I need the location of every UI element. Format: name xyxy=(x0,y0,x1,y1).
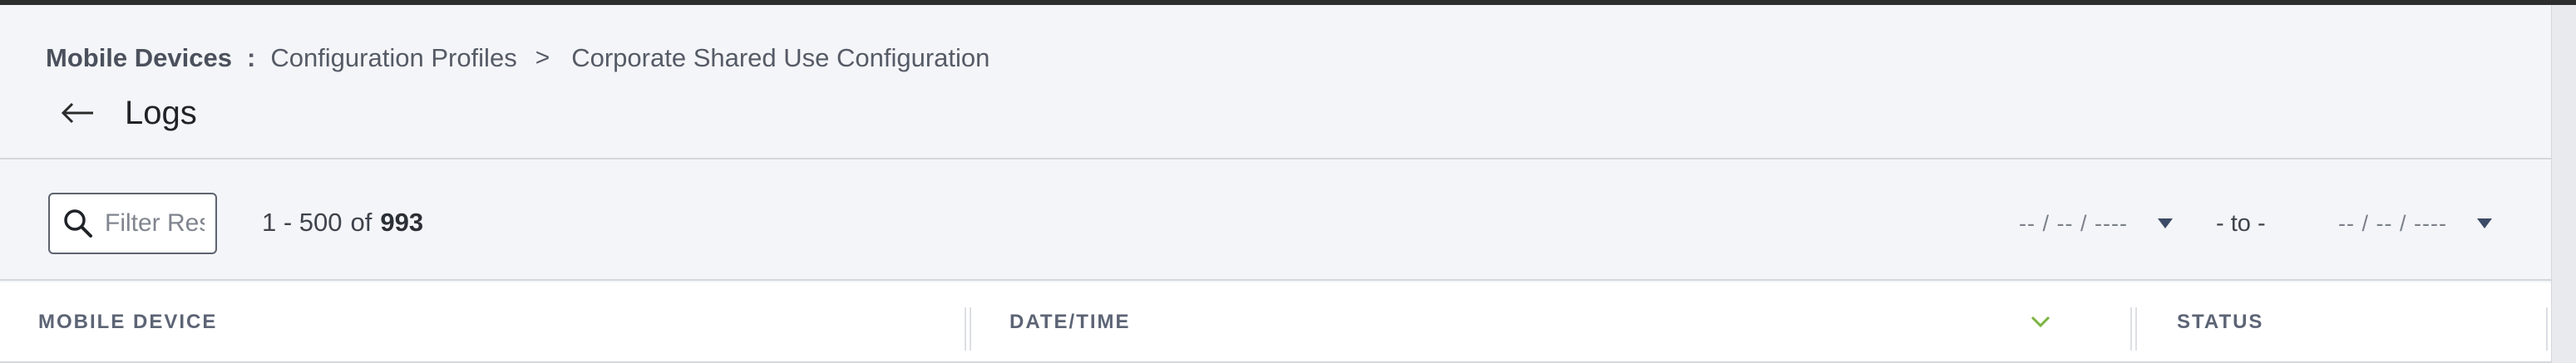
vertical-scrollbar[interactable] xyxy=(2551,5,2576,363)
logs-toolbar: 1 - 500 of 993 -- / -- / ---- - to - -- … xyxy=(0,158,2576,281)
page-title: Logs xyxy=(125,94,197,131)
table-header: MOBILE DEVICE DATE/TIME STATUS xyxy=(0,282,2553,363)
result-count: 1 - 500 of 993 xyxy=(262,204,423,241)
title-row: Logs xyxy=(58,88,197,138)
column-header-date-time[interactable]: DATE/TIME xyxy=(1009,282,1131,361)
breadcrumb-current-profile: Corporate Shared Use Configuration xyxy=(571,43,990,72)
breadcrumb-configuration-profiles[interactable]: Configuration Profiles xyxy=(270,43,516,73)
caret-down-icon xyxy=(2476,218,2492,228)
app-window: Mobile Devices : Configuration Profiles … xyxy=(0,5,2576,363)
sort-descending-icon[interactable] xyxy=(2030,312,2051,331)
breadcrumb-separator: : xyxy=(246,43,256,72)
date-range-to-label: - to - xyxy=(2216,209,2266,237)
start-date-value: -- / -- / ---- xyxy=(2019,210,2128,236)
column-resize-handle[interactable] xyxy=(2129,307,2139,351)
breadcrumb-chevron-icon: > xyxy=(535,44,550,71)
breadcrumb: Mobile Devices : Configuration Profiles … xyxy=(46,38,989,78)
filter-field[interactable] xyxy=(48,193,217,254)
search-icon xyxy=(62,207,95,240)
caret-down-icon xyxy=(2157,218,2173,228)
result-range: 1 - 500 xyxy=(262,208,343,237)
breadcrumb-mobile-devices[interactable]: Mobile Devices xyxy=(46,43,232,73)
result-of-label: of xyxy=(350,208,373,237)
column-resize-handle[interactable] xyxy=(963,307,973,351)
start-date-picker[interactable]: -- / -- / ---- xyxy=(2019,203,2173,244)
end-date-value: -- / -- / ---- xyxy=(2338,210,2447,236)
column-header-status[interactable]: STATUS xyxy=(2177,282,2263,361)
end-date-picker[interactable]: -- / -- / ---- xyxy=(2338,203,2492,244)
filter-input[interactable] xyxy=(105,209,205,238)
arrow-left-icon[interactable] xyxy=(58,96,98,130)
column-header-mobile-device[interactable]: MOBILE DEVICE xyxy=(38,282,217,361)
result-total: 993 xyxy=(380,208,424,237)
